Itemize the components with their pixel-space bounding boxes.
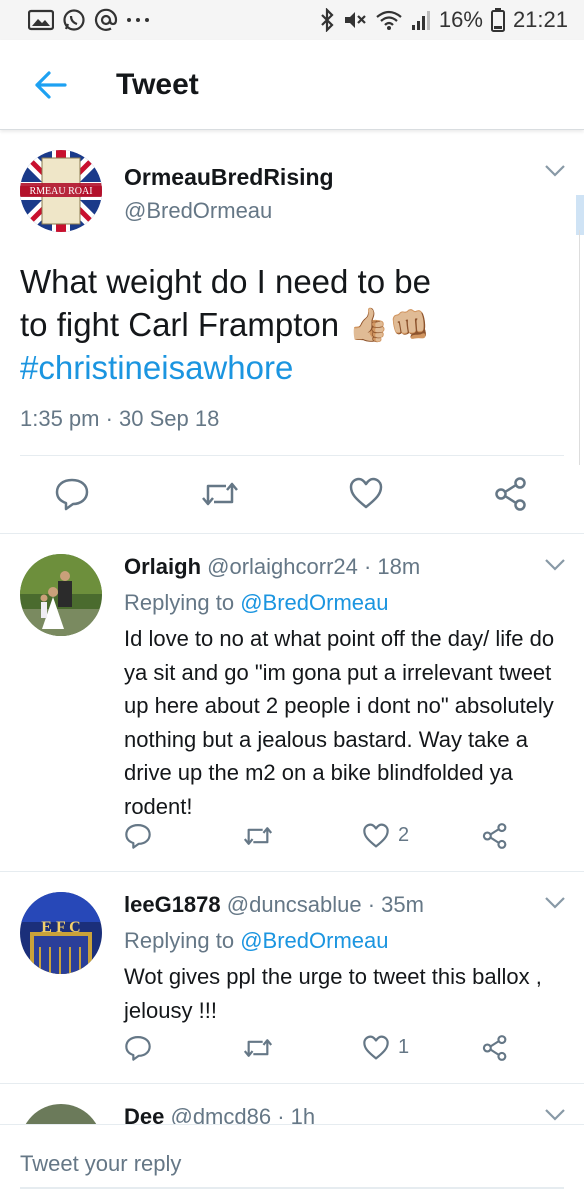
author-avatar[interactable]: RMEAU ROAI — [20, 150, 102, 232]
retweet-icon — [243, 827, 273, 845]
whatsapp-icon — [62, 8, 86, 32]
reply-avatar[interactable] — [20, 1104, 102, 1124]
heart-icon — [363, 1035, 389, 1060]
heart-icon — [363, 823, 389, 848]
share-icon — [482, 823, 507, 849]
tweet-text: What weight do I need to be to fight Car… — [20, 260, 560, 389]
status-time: 21:21 — [512, 7, 568, 32]
tweet-text-line-2: to fight Carl Frampton 👍🏼👊🏼 — [20, 303, 560, 346]
share-icon — [495, 477, 526, 511]
share-button[interactable] — [494, 476, 528, 517]
avatar-text: E F C — [41, 919, 80, 936]
status-bar: 16% 21:21 — [0, 0, 584, 40]
heart-icon — [349, 477, 383, 509]
reply-icon — [125, 824, 151, 849]
tweet-actions — [0, 476, 584, 516]
chevron-down-icon — [545, 1109, 565, 1121]
author-name[interactable]: OrmeauBredRising — [124, 164, 334, 191]
chevron-down-icon — [545, 559, 565, 571]
chevron-down-icon — [545, 897, 565, 909]
reply-actions: 1 — [0, 1034, 584, 1070]
app-bar: Tweet — [0, 40, 584, 130]
retweet-button[interactable] — [242, 1034, 274, 1062]
signal-icon — [411, 9, 431, 31]
mute-icon — [343, 9, 367, 31]
gallery-icon — [28, 9, 54, 31]
reply-tweet[interactable]: Orlaigh @orlaighcorr24 · 18m Replying to… — [0, 534, 584, 872]
share-button[interactable] — [482, 1034, 508, 1062]
reply-options-button[interactable] — [544, 1108, 566, 1124]
share-icon — [482, 1035, 507, 1061]
reply-options-button[interactable] — [544, 896, 566, 915]
chevron-down-icon — [545, 165, 565, 177]
avatar-text: RMEAU ROAI — [29, 186, 92, 197]
tweet-emoji: 👍🏼👊🏼 — [348, 306, 431, 343]
battery-icon — [490, 8, 505, 32]
reply-author-name[interactable]: Dee — [124, 1104, 164, 1124]
replying-to-mention[interactable]: @BredOrmeau — [240, 590, 388, 615]
tweet-text-line-1: What weight do I need to be — [20, 263, 431, 300]
reply-tweet[interactable]: E F C leeG1878 @duncsablue · 35m Replyin… — [0, 872, 584, 1084]
replying-to-mention[interactable]: @BredOrmeau — [240, 928, 388, 953]
reply-header: Dee @dmcd86 · 1h — [124, 1104, 315, 1124]
wifi-icon — [375, 9, 403, 31]
reply-meta[interactable]: @orlaighcorr24 · 18m — [207, 554, 420, 579]
reply-icon — [55, 478, 89, 511]
replying-to-prefix: Replying to — [124, 590, 235, 615]
reply-header: leeG1878 @duncsablue · 35m — [124, 892, 424, 918]
back-arrow-icon — [35, 70, 67, 99]
share-button[interactable] — [482, 822, 508, 850]
like-button[interactable]: 1 — [362, 1034, 409, 1061]
tweet-options-button[interactable] — [544, 164, 566, 183]
reply-input[interactable] — [20, 1141, 564, 1189]
reply-meta[interactable]: @duncsablue · 35m — [227, 892, 424, 917]
author-handle[interactable]: @BredOrmeau — [124, 198, 272, 224]
reply-options-button[interactable] — [544, 558, 566, 577]
retweet-icon — [243, 1039, 273, 1057]
page-title: Tweet — [116, 67, 199, 101]
reply-author-name[interactable]: leeG1878 — [124, 892, 221, 917]
reply-button[interactable] — [124, 1034, 152, 1062]
more-icon — [126, 15, 150, 25]
reply-header: Orlaigh @orlaighcorr24 · 18m — [124, 554, 420, 580]
reply-meta[interactable]: @dmcd86 · 1h — [170, 1104, 315, 1124]
like-count: 2 — [398, 824, 410, 846]
retweet-button[interactable] — [242, 822, 274, 850]
back-button[interactable] — [0, 40, 100, 130]
retweet-icon — [202, 482, 238, 506]
reply-avatar[interactable]: E F C — [20, 892, 102, 974]
status-right-icons: 16% 21:21 — [319, 7, 568, 33]
reply-button[interactable] — [124, 822, 152, 850]
reply-actions: 2 — [0, 822, 584, 858]
like-count: 1 — [398, 1036, 410, 1058]
reply-avatar[interactable] — [20, 554, 102, 636]
status-left-icons — [28, 8, 150, 32]
retweet-button[interactable] — [200, 476, 240, 517]
at-icon — [94, 8, 118, 32]
bluetooth-icon — [319, 8, 335, 32]
reply-tweet[interactable]: Dee @dmcd86 · 1h — [0, 1084, 584, 1124]
reply-author-name[interactable]: Orlaigh — [124, 554, 201, 579]
replying-to: Replying to @BredOrmeau — [124, 590, 388, 616]
like-button[interactable] — [348, 476, 384, 515]
reply-button[interactable] — [54, 476, 90, 517]
replying-to-prefix: Replying to — [124, 928, 235, 953]
tweet-timestamp[interactable]: 1:35 pm · 30 Sep 18 — [20, 406, 219, 432]
reply-text: Wot gives ppl the urge to tweet this bal… — [124, 964, 542, 1023]
like-button[interactable]: 2 — [362, 822, 409, 849]
battery-percent: 16% — [438, 7, 483, 32]
replying-to: Replying to @BredOrmeau — [124, 928, 388, 954]
tweet-text-line-2-text: to fight Carl Frampton — [20, 306, 340, 343]
main-tweet: RMEAU ROAI OrmeauBredRising @BredOrmeau … — [0, 130, 584, 534]
reply-icon — [125, 1036, 151, 1061]
hashtag-link[interactable]: #christineisawhore — [20, 346, 560, 389]
divider — [20, 455, 564, 456]
reply-composer — [0, 1124, 584, 1200]
reply-text: Id love to no at what point off the day/… — [124, 626, 555, 819]
